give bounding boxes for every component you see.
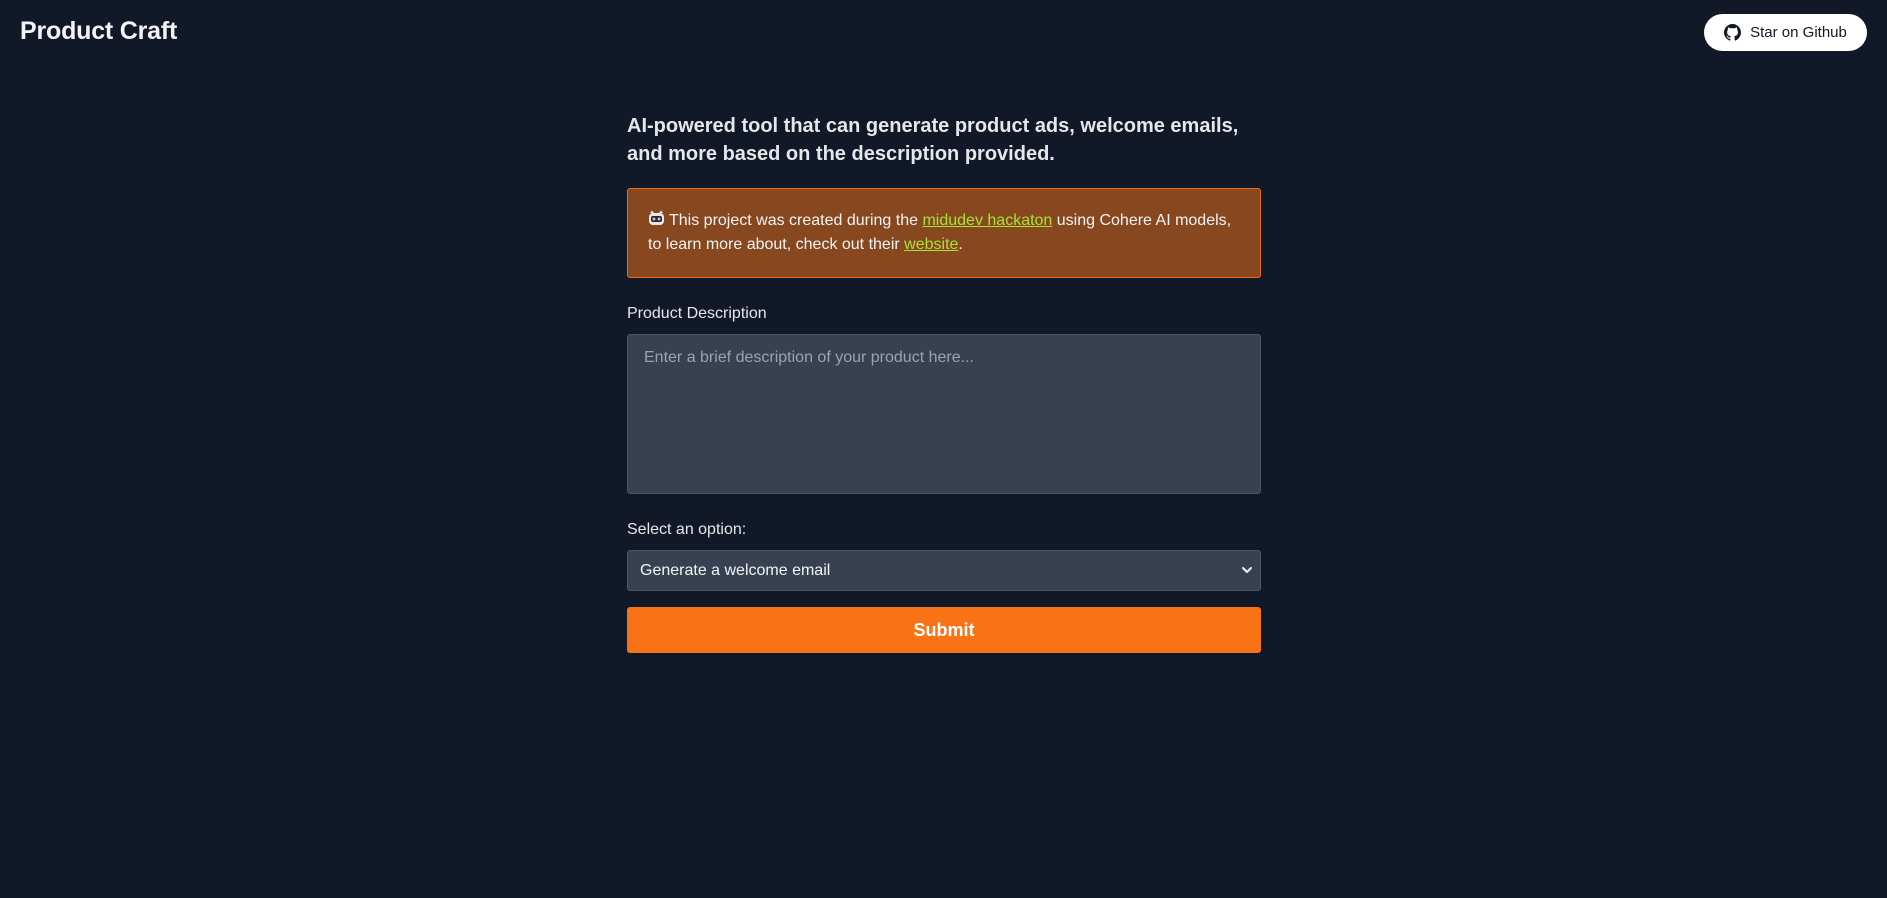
option-select-value: Generate a welcome email [640,561,831,579]
select-option-label: Select an option: [627,521,747,538]
product-description-label: Product Description [627,305,767,322]
github-icon [1724,24,1742,41]
chevron-down-icon [1240,563,1254,577]
main-content: AI-powered tool that can generate produc… [627,112,1261,653]
cohere-website-link[interactable]: website [904,236,958,253]
github-button-label: Star on Github [1750,24,1847,41]
brand-title: Product Craft [20,17,178,45]
submit-button[interactable]: Submit [627,607,1261,653]
product-description-input[interactable] [627,334,1261,494]
star-on-github-button[interactable]: Star on Github [1704,14,1867,51]
robot-emoji-icon [648,210,665,227]
option-select[interactable]: Generate a welcome email [627,550,1261,591]
midudev-hackaton-link[interactable]: midudev hackaton [922,212,1052,229]
page-headline: AI-powered tool that can generate produc… [627,115,1239,165]
top-bar: Product Craft Star on Github [0,0,1887,66]
notice-text-before: This project was created during the [669,212,919,229]
notice-text-after: . [958,236,963,253]
hackathon-notice: This project was created during the midu… [627,188,1261,278]
